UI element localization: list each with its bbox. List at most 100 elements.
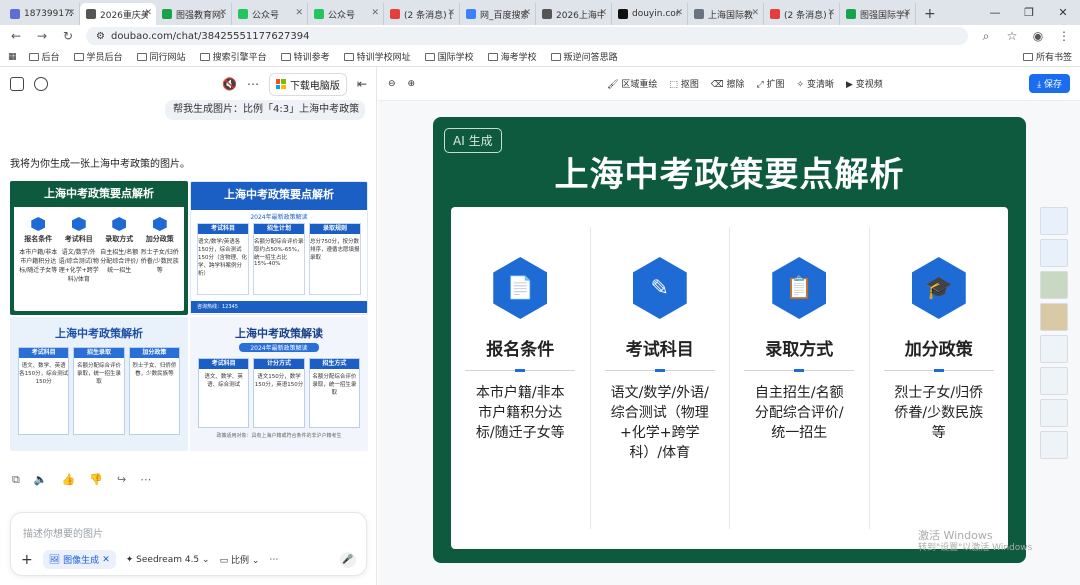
bookmark-item[interactable]: 特训参考 bbox=[280, 50, 330, 63]
browser-tab[interactable]: 网_百度搜索 ✕ bbox=[460, 3, 536, 25]
bookmark-item[interactable]: 特训学校网址 bbox=[343, 50, 411, 63]
strip-thumb[interactable] bbox=[1040, 335, 1068, 363]
thumb-column: 加分政策 烈士子女/归侨侨眷/少数民族等 bbox=[140, 217, 181, 283]
thumb-column: 报名条件 本市户籍/非本市户籍积分达标/随迁子女等 bbox=[18, 217, 59, 283]
bookmark-item[interactable]: 搜索引擎平台 bbox=[199, 50, 267, 63]
strip-thumb[interactable] bbox=[1040, 303, 1068, 331]
editor-tool-5[interactable]: ✧ 变清晰 bbox=[797, 77, 834, 90]
editor-tool-4[interactable]: ⤢ 扩图 bbox=[756, 77, 784, 90]
folder-icon bbox=[343, 52, 354, 61]
zoom-out-icon[interactable]: ⊖ bbox=[388, 79, 396, 89]
browser-tab[interactable]: 上海国际教 ✕ bbox=[688, 3, 764, 25]
new-chat-icon[interactable] bbox=[34, 77, 48, 91]
menu-icon[interactable]: ⋮ bbox=[1056, 29, 1072, 43]
close-tab-icon[interactable]: ✕ bbox=[371, 8, 379, 18]
bookmark-item[interactable]: 学员后台 bbox=[73, 50, 123, 63]
close-tab-icon[interactable]: ✕ bbox=[827, 8, 835, 18]
microphone-icon[interactable]: 🎤 bbox=[340, 551, 356, 568]
download-desktop-button[interactable]: 下载电脑版 bbox=[268, 72, 347, 96]
close-tab-icon[interactable]: ✕ bbox=[144, 8, 152, 18]
browser-tab[interactable]: douyin.com ✕ bbox=[612, 3, 688, 25]
zoom-icon[interactable]: ⌕ bbox=[978, 29, 994, 44]
browser-tab[interactable]: 2026上海中考✕ bbox=[536, 3, 612, 25]
forward-icon[interactable]: → bbox=[34, 29, 50, 43]
zoom-in-icon[interactable]: ⊕ bbox=[408, 79, 416, 89]
close-tab-icon[interactable]: ✕ bbox=[295, 8, 303, 18]
strip-thumb[interactable] bbox=[1040, 239, 1068, 267]
ratio-select[interactable]: ▭ 比例 ⌄ bbox=[220, 553, 260, 566]
profile-icon[interactable]: ◉ bbox=[1030, 29, 1046, 43]
site-info-icon[interactable]: ⚙ bbox=[96, 31, 105, 42]
bookmark-star-icon[interactable]: ☆ bbox=[1004, 29, 1020, 43]
bookmark-item[interactable]: 同行网站 bbox=[136, 50, 186, 63]
bookmark-item[interactable]: 后台 bbox=[28, 50, 60, 63]
prompt-input[interactable]: 描述你想要的图片 bbox=[23, 525, 103, 540]
strip-thumb[interactable] bbox=[1040, 271, 1068, 299]
browser-tab[interactable]: (2 条消息) 图✕ bbox=[764, 3, 840, 25]
browser-tab[interactable]: 2026重庆美术✕ bbox=[80, 3, 156, 25]
browser-tab[interactable]: 18739917226✕ bbox=[4, 3, 80, 25]
bookmark-item[interactable]: 海考学校 bbox=[487, 50, 537, 63]
folder-icon bbox=[28, 52, 39, 61]
close-tab-icon[interactable]: ✕ bbox=[599, 8, 607, 18]
all-bookmarks[interactable]: 所有书签 bbox=[1022, 50, 1072, 63]
strip-thumb[interactable] bbox=[1040, 367, 1068, 395]
reload-icon[interactable]: ↻ bbox=[60, 29, 76, 43]
sidebar-toggle-icon[interactable] bbox=[10, 77, 24, 91]
thumb-column: 录取方式 自主招生/名额分配综合评价/统一招生 bbox=[99, 217, 140, 283]
collapse-icon[interactable]: ⇤ bbox=[357, 77, 367, 91]
strip-thumb[interactable] bbox=[1040, 431, 1068, 459]
editor-tool-6[interactable]: ▶ 变视频 bbox=[846, 77, 883, 90]
browser-tab[interactable]: 图强教育网站✕ bbox=[156, 3, 232, 25]
more-actions-icon[interactable]: ⋯ bbox=[140, 473, 151, 487]
url-field[interactable]: ⚙ doubao.com/chat/38425551177627394 bbox=[86, 27, 968, 45]
close-tab-icon[interactable]: ✕ bbox=[67, 8, 75, 18]
thumb-column: 考试科目 语文/数学/外语/综合测试(物理+化学+跨学科)/体育 bbox=[59, 217, 100, 283]
copy-icon[interactable]: ⧉ bbox=[12, 473, 20, 487]
speaker-icon[interactable]: 🔈 bbox=[34, 473, 48, 487]
close-tab-icon[interactable]: ✕ bbox=[675, 8, 683, 18]
like-icon[interactable]: 👍 bbox=[62, 473, 76, 487]
model-select[interactable]: ✦ Seedream 4.5 ⌄ bbox=[126, 555, 210, 565]
strip-thumb[interactable] bbox=[1040, 207, 1068, 235]
image-gen-chip[interactable]: 🖼 图像生成 ✕ bbox=[42, 550, 116, 569]
close-tab-icon[interactable]: ✕ bbox=[219, 8, 227, 18]
mute-icon[interactable]: 🔇 bbox=[222, 77, 237, 91]
category-icon: 📋 bbox=[772, 257, 827, 319]
browser-tab[interactable]: (2 条消息) 图✕ bbox=[384, 3, 460, 25]
browser-tab[interactable]: 图强国际学校✕ bbox=[840, 3, 916, 25]
minimize-icon[interactable]: — bbox=[978, 0, 1012, 25]
close-tab-icon[interactable]: ✕ bbox=[447, 8, 455, 18]
editor-tool-3[interactable]: ⌫ 擦除 bbox=[711, 77, 745, 90]
more-icon[interactable]: ⋯ bbox=[247, 77, 259, 91]
bookmark-item[interactable]: 叛逆问答思路 bbox=[550, 50, 618, 63]
poster-column: 🎓 加分政策 烈士子女/归侨侨眷/少数民族等 bbox=[870, 227, 1009, 529]
back-icon[interactable]: ← bbox=[8, 29, 24, 43]
bookmark-item[interactable]: 国际学校 bbox=[424, 50, 474, 63]
restore-icon[interactable]: ❐ bbox=[1012, 0, 1046, 25]
browser-tab[interactable]: 公众号 ✕ bbox=[308, 3, 384, 25]
close-icon[interactable]: ✕ bbox=[1046, 0, 1080, 25]
editor-tool-1[interactable]: 🖌 区域重绘 bbox=[607, 77, 657, 90]
browser-tab[interactable]: 公众号 ✕ bbox=[232, 3, 308, 25]
generated-image-2[interactable]: 上海中考政策要点解析 2024年最新政策解读 考试科目 语文/数学/英语各150分… bbox=[190, 181, 368, 315]
close-tab-icon[interactable]: ✕ bbox=[523, 8, 531, 18]
remove-chip-icon[interactable]: ✕ bbox=[102, 555, 110, 565]
editor-tool-2[interactable]: ⬚ 抠图 bbox=[669, 77, 698, 90]
save-button[interactable]: ⤓ 保存 bbox=[1029, 74, 1070, 93]
generated-image-3[interactable]: 上海中考政策解析 考试科目 语文、数学、英语各150分，综合测试150分 招生录取名… bbox=[10, 317, 188, 451]
share-icon[interactable]: ↪ bbox=[117, 473, 126, 487]
thumb-title: 上海中考政策要点解析 bbox=[191, 182, 367, 210]
strip-thumb[interactable] bbox=[1040, 399, 1068, 427]
close-tab-icon[interactable]: ✕ bbox=[903, 8, 911, 18]
close-tab-icon[interactable]: ✕ bbox=[751, 8, 759, 18]
generated-poster[interactable]: AI 生成 上海中考政策要点解析 📄 报名条件 本市户籍/非本市户籍积分达标/随迁子… bbox=[433, 117, 1026, 563]
generated-image-4[interactable]: 上海中考政策解读 2024年最新政策解读 考试科目 语文、数学、英语、综合测试 计分… bbox=[190, 317, 368, 451]
user-message: 帮我生成图片：比例「4:3」上海中考政策 bbox=[165, 100, 365, 120]
add-icon[interactable]: + bbox=[21, 552, 33, 568]
more-options-icon[interactable]: ⋯ bbox=[269, 555, 278, 565]
new-tab-button[interactable]: + bbox=[916, 3, 944, 25]
generated-image-1[interactable]: 上海中考政策要点解析 报名条件 本市户籍/非本市户籍积分达标/随迁子女等 考试科目语… bbox=[10, 181, 188, 315]
dislike-icon[interactable]: 👎 bbox=[89, 473, 103, 487]
apps-icon[interactable]: ▦ bbox=[8, 52, 17, 62]
